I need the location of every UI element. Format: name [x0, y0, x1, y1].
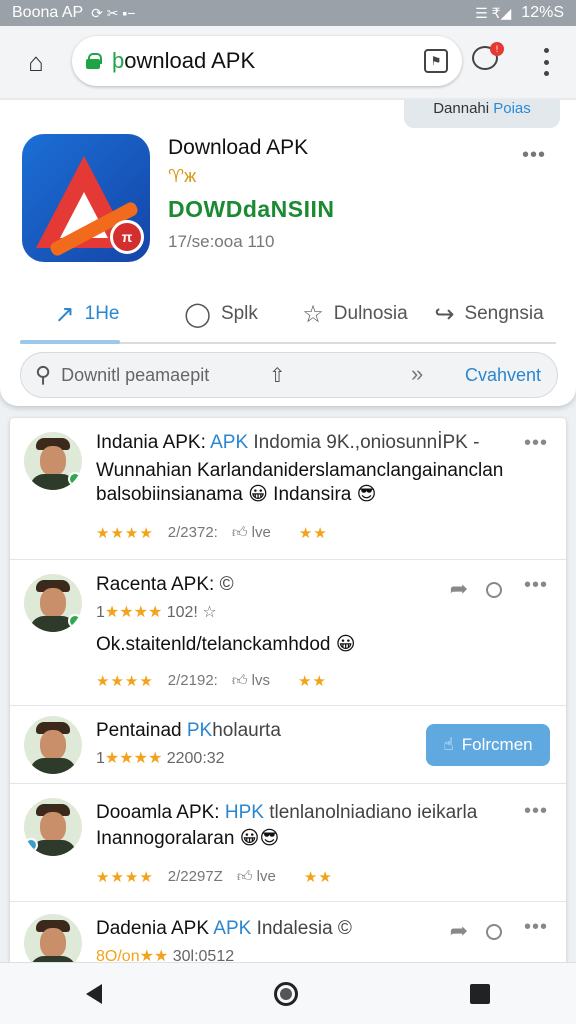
like-icon: ↗ [54, 300, 75, 328]
star-icon: ☆ [302, 300, 324, 328]
overflow-menu-icon[interactable] [536, 48, 556, 76]
chat-badge: ! [490, 42, 504, 56]
avatar[interactable] [24, 798, 82, 856]
item-title: Indania APK: APK Indomia 9K.,oniosunnİPK… [96, 432, 480, 453]
search-input[interactable]: Downitl peamaepit [61, 365, 209, 386]
signal-icon: ☰ ₹◢ [475, 4, 512, 21]
status-notification-icons: ⟳ ✂ ▪− [91, 4, 136, 21]
avatar[interactable] [24, 574, 82, 632]
recents-icon[interactable] [470, 983, 490, 1004]
item-meta: ★★★★ 2/2192: 👍︎ lvs ★★ [96, 672, 327, 690]
thumbs-up-icon: ☝ [443, 735, 454, 754]
share-icon[interactable]: ➦ [450, 918, 468, 944]
rating-stars: ★★★★ [96, 673, 154, 690]
search-bar[interactable]: ⚲ Downitl peamaepit ⇧ » Cvahvent [20, 352, 558, 398]
item-likes[interactable]: 👍︎ lvs [232, 672, 270, 690]
share-icon[interactable]: ➦ [450, 576, 468, 602]
tab-label: 1He [84, 303, 120, 324]
tab-3[interactable]: ☆ Dulnosia [288, 286, 422, 342]
app-title: Download APK [168, 136, 309, 159]
item-meta: ★★★★ 2/2297Z 👍︎ lve ★★ [96, 868, 333, 886]
tab-active-indicator [20, 340, 120, 344]
tab-4[interactable]: ↪ Sengnsia [422, 286, 556, 342]
avatar[interactable] [24, 914, 82, 966]
status-app-name: Boona AP [12, 4, 84, 21]
rating-stars: ★★★★ [96, 869, 154, 886]
radio-icon[interactable] [486, 924, 502, 940]
top-pill[interactable]: Dannahi Poias [404, 100, 560, 128]
browser-toolbar: ⌂ þownload APK ⚑ ! [0, 26, 576, 98]
radio-icon[interactable] [486, 582, 502, 598]
more-options-icon[interactable]: ••• [524, 574, 548, 597]
tab-bar: ↗ 1He ◯ Splk ☆ Dulnosia ↪ Sengnsia [20, 286, 556, 342]
home-button-icon[interactable] [274, 981, 298, 1006]
rating-stars: ★★★★ [96, 525, 154, 542]
more-options-icon[interactable]: ••• [524, 916, 548, 939]
more-options-icon[interactable]: ••• [524, 800, 548, 823]
item-title: Racenta APK: © [96, 574, 234, 595]
app-logo-badge: π [110, 220, 144, 254]
list-item: Dadenia APK APK Indalesia © 8O/on★★ 30l:… [10, 902, 566, 966]
back-icon[interactable] [86, 983, 102, 1004]
item-date: 2/2372: [167, 524, 218, 541]
item-date: 2/2297Z [167, 868, 223, 885]
lock-icon [86, 53, 102, 69]
list-item: Dooamla APK: HPK tlenlanolniadiano ieika… [10, 784, 566, 902]
item-title: Pentainad PKholaurta [96, 720, 281, 741]
battery-level: 12%S [521, 4, 564, 21]
app-header-card: Dannahi Poias π Download APK ♈ж DOWDdaNS… [0, 100, 576, 406]
app-meta: 17/se:ooa 110 [168, 232, 275, 251]
more-options-icon[interactable]: ••• [522, 144, 546, 167]
url-text: þownload APK [112, 48, 256, 73]
item-body-line-2: balsobiinsianama 😀 Indansira 😎 [96, 484, 377, 505]
item-rating-line: 1★★★★ 2200:32 [96, 750, 225, 767]
item-title: Dadenia APK APK Indalesia © [96, 918, 352, 939]
system-nav-bar [0, 962, 576, 1024]
follow-button[interactable]: ☝ Folrcmen [426, 724, 550, 766]
tab-label: Sengnsia [464, 303, 544, 324]
item-meta: ★★★★ 2/2372: 👍︎ lve ★★ [96, 524, 328, 542]
avatar[interactable] [24, 716, 82, 774]
search-action-link[interactable]: Cvahvent [465, 365, 541, 386]
item-body-line-1: Inannogoralaran 😀😎 [96, 828, 280, 849]
item-title: Dooamla APK: HPK tlenlanolniadiano ieika… [96, 802, 478, 823]
item-likes[interactable]: 👍︎ lve [232, 524, 271, 542]
app-logo-icon: π [22, 134, 150, 262]
home-icon[interactable]: ⌂ [20, 46, 52, 78]
tab-switcher-icon[interactable]: ⚑ [424, 49, 448, 73]
item-date: 2/2192: [167, 672, 218, 689]
tab-label: Dulnosia [333, 303, 408, 324]
comment-icon: ◯ [184, 300, 211, 328]
list-item: Pentainad PKholaurta 1★★★★ 2200:32 ☝ Fol… [10, 706, 566, 784]
app-subtitle: ♈ж [168, 166, 197, 186]
search-icon: ⚲ [35, 362, 52, 387]
chat-icon[interactable]: ! [472, 42, 504, 76]
avatar[interactable] [24, 432, 82, 490]
rating-stars-secondary: ★★ [303, 869, 333, 886]
follow-button-label: Folrcmen [461, 735, 533, 754]
status-bar: Boona AP ⟳ ✂ ▪− ☰ ₹◢ 12%S [0, 0, 576, 26]
forward-icon[interactable]: » [411, 361, 423, 387]
list-item: Indania APK: APK Indomia 9K.,oniosunnİPK… [10, 418, 566, 560]
item-likes[interactable]: 👍︎ lve [237, 868, 276, 886]
app-brand: DOWDdaNSIIN [168, 196, 335, 222]
item-body-line-1: Ok.staitenld/telanckamhdod 😀 [96, 634, 356, 655]
address-bar[interactable]: þownload APK ⚑ [72, 36, 462, 86]
upload-icon[interactable]: ⇧ [269, 363, 286, 388]
share-icon: ↪ [434, 300, 455, 328]
comment-feed: Indania APK: APK Indomia 9K.,oniosunnİPK… [10, 418, 566, 966]
item-rating-line: 1★★★★ 102! ☆ [96, 604, 217, 621]
rating-stars-secondary: ★★ [298, 673, 327, 690]
list-item: Racenta APK: © 1★★★★ 102! ☆ Ok.staitenld… [10, 560, 566, 706]
tab-2[interactable]: ◯ Splk [154, 286, 288, 342]
more-options-icon[interactable]: ••• [524, 432, 548, 455]
rating-stars-secondary: ★★ [298, 525, 328, 542]
tab-1[interactable]: ↗ 1He [20, 286, 154, 342]
tab-label: Splk [220, 303, 258, 324]
